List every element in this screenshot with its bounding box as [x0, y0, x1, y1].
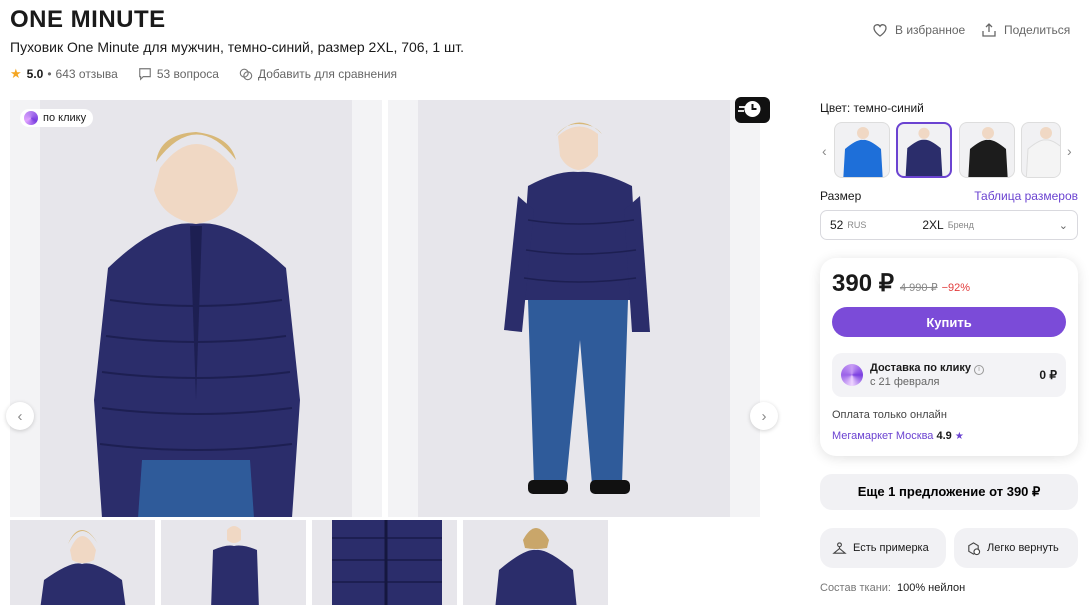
seller-row: Мегамаркет Москва 4.9 ★	[832, 430, 964, 442]
swatch-navy[interactable]	[896, 122, 952, 178]
swatch-next-button[interactable]: ›	[1067, 143, 1072, 159]
main-photo-full[interactable]	[388, 100, 760, 517]
thumbnail-image	[495, 528, 577, 605]
fabric-label: Состав ткани:	[820, 582, 891, 594]
delivery-title-row: Доставка по клику i	[870, 362, 985, 375]
easy-return-button[interactable]: Легко вернуть	[954, 528, 1078, 568]
info-icon[interactable]: i	[974, 365, 985, 375]
product-meta: ★ 5.0 • 643 отзыва 53 вопроса Добавить д…	[10, 66, 397, 82]
star-icon: ★	[954, 431, 964, 442]
old-price: 4 990 ₽	[899, 282, 938, 294]
model-full-image	[504, 122, 650, 494]
product-title: Пуховик One Minute для мужчин, темно-син…	[10, 39, 465, 55]
favorite-button[interactable]: В избранное	[872, 22, 965, 38]
return-icon	[968, 541, 981, 555]
thumbnail-image	[40, 530, 126, 605]
fabric-composition: Состав ткани: 100% нейлон	[820, 582, 965, 594]
size-value: 52	[830, 218, 844, 232]
chat-icon	[139, 68, 151, 81]
swatch-black[interactable]	[959, 122, 1015, 178]
swatch-image	[1025, 127, 1060, 177]
swatch-image	[905, 127, 943, 176]
size-table-link[interactable]: Таблица размеров	[974, 189, 1078, 203]
color-swatches: ‹ ›	[820, 121, 1078, 179]
swatch-white[interactable]	[1021, 122, 1061, 178]
compare-link[interactable]: Добавить для сравнения	[239, 67, 397, 81]
rating-value: 5.0	[26, 67, 44, 81]
hanger-icon	[832, 541, 847, 554]
heart-icon	[873, 24, 887, 37]
questions-link[interactable]: 53 вопроса	[138, 67, 219, 81]
fabric-value: 100% нейлон	[896, 582, 966, 594]
photo-background-edge	[730, 100, 760, 517]
compare-icon	[239, 68, 253, 81]
photo-background-edge	[352, 100, 382, 517]
share-icon	[982, 23, 996, 37]
price: 390 ₽	[832, 270, 894, 297]
seller-link[interactable]: Мегамаркет Москва	[832, 430, 933, 442]
reviews-link[interactable]: 643 отзыва	[56, 67, 118, 81]
click-delivery-label: по клику	[43, 112, 87, 124]
size-brand-label: Бренд	[947, 220, 974, 230]
compare-label: Добавить для сравнения	[257, 67, 398, 81]
buy-box: 390 ₽ 4 990 ₽ −92% Купить Доставка по кл…	[820, 258, 1078, 456]
size-select[interactable]: 52 RUS 2XL Бренд ⌄	[820, 210, 1078, 240]
delivery-date: с 21 февраля	[870, 376, 940, 388]
main-photo-front[interactable]: по клику	[10, 100, 382, 517]
delivery-title: Доставка по клику	[870, 362, 972, 374]
delivery-price: 0 ₽	[1039, 368, 1057, 382]
dot-separator: •	[47, 67, 52, 81]
size-brand-value: 2XL	[922, 218, 944, 232]
star-icon: ★	[10, 66, 22, 81]
fast-delivery-badge	[735, 97, 770, 123]
photo-background-edge	[388, 100, 418, 517]
discount-badge: −92%	[941, 282, 971, 294]
thumbnail-detail[interactable]	[312, 520, 457, 605]
favorite-label: В избранное	[895, 23, 966, 37]
payment-note: Оплата только онлайн	[832, 409, 947, 421]
fitting-button[interactable]: Есть примерка	[820, 528, 946, 568]
thumbnail-back[interactable]	[463, 520, 608, 605]
size-header: Размер Таблица размеров	[820, 189, 1078, 203]
gallery-prev-button[interactable]: ‹	[6, 402, 34, 430]
brand-name[interactable]: ONE MINUTE	[10, 6, 166, 34]
swatch-image	[968, 127, 1008, 177]
thumbnail-front[interactable]	[10, 520, 155, 605]
delivery-text: Доставка по клику i с 21 февраля	[870, 362, 985, 388]
swatch-image	[843, 127, 883, 177]
thumbnail-image	[332, 520, 442, 605]
swatch-blue[interactable]	[834, 122, 890, 178]
share-button[interactable]: Поделиться	[981, 22, 1070, 38]
delivery-option[interactable]: Доставка по клику i с 21 февраля 0 ₽	[832, 353, 1066, 397]
delivery-icon	[841, 364, 863, 386]
click-delivery-icon	[24, 111, 38, 125]
questions-label: 53 вопроса	[156, 67, 219, 81]
model-front-image	[94, 132, 300, 517]
chevron-down-icon: ⌄	[1058, 219, 1068, 232]
other-offers-button[interactable]: Еще 1 предложение от 390 ₽	[820, 474, 1078, 510]
price-row: 390 ₽ 4 990 ₽ −92%	[832, 269, 970, 298]
gallery-thumbnails	[10, 520, 614, 605]
click-delivery-badge: по клику	[20, 109, 94, 127]
thumbnail-image	[211, 526, 259, 605]
size-system: RUS	[847, 220, 867, 230]
photo-background-edge	[10, 100, 40, 517]
color-label: Цвет: темно-синий	[820, 101, 924, 115]
return-label: Легко вернуть	[987, 542, 1059, 554]
product-gallery: по клику ‹ ›	[6, 97, 778, 517]
fast-delivery-icon	[738, 101, 761, 123]
swatch-prev-button[interactable]: ‹	[822, 143, 827, 159]
share-label: Поделиться	[1004, 23, 1071, 37]
gallery-next-button[interactable]: ›	[750, 402, 778, 430]
size-label: Размер	[820, 189, 862, 203]
fitting-label: Есть примерка	[853, 542, 929, 554]
buy-button[interactable]: Купить	[832, 307, 1066, 337]
seller-rating: 4.9	[936, 430, 952, 442]
thumbnail-full[interactable]	[161, 520, 306, 605]
